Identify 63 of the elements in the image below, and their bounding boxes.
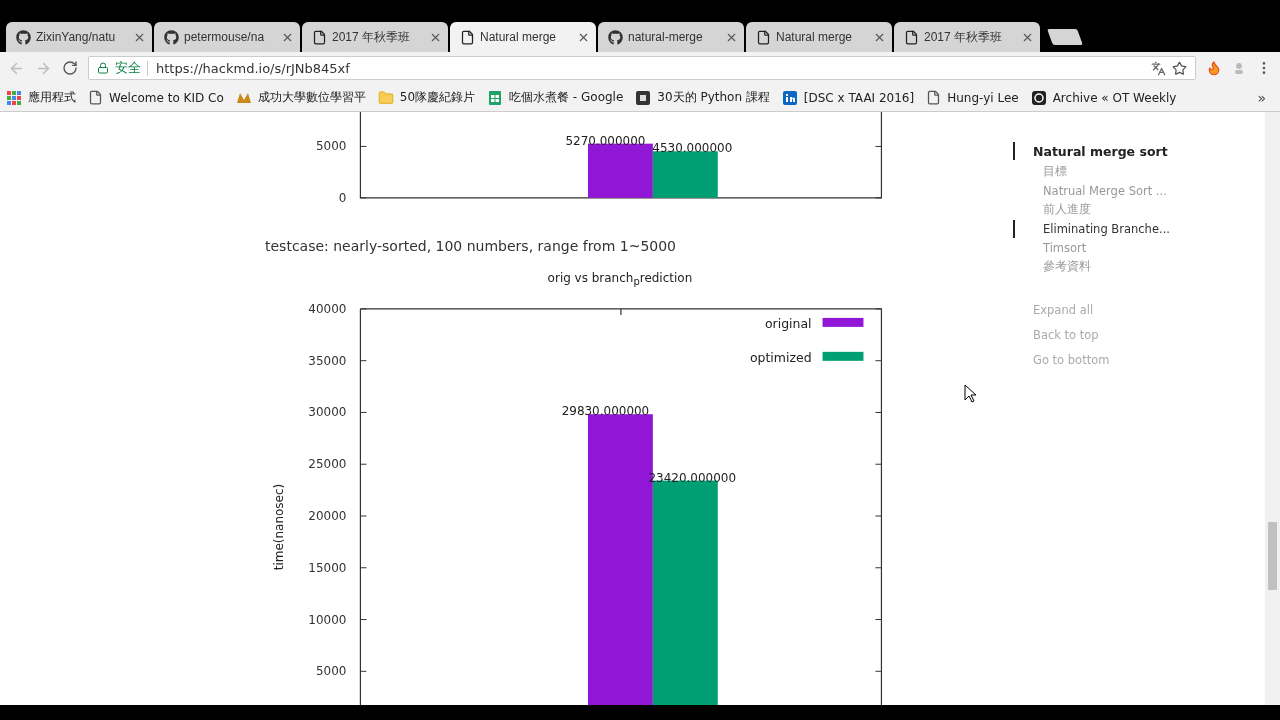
bookmark-item[interactable]: 吃個水煮餐 - Google: [487, 89, 624, 106]
github-icon: [164, 29, 179, 45]
page-icon: [926, 90, 942, 105]
y-tick-label: 30000: [308, 405, 347, 420]
legend-swatch: [822, 317, 864, 327]
folder-icon: [377, 89, 394, 106]
bookmark-item[interactable]: 30天的 Python 課程: [635, 89, 770, 106]
y-tick-label: 10000: [308, 612, 347, 627]
value-label: 5270.000000: [565, 133, 646, 148]
browser-tab[interactable]: petermouse/na: [154, 22, 300, 52]
bookmark-item[interactable]: 50隊慶紀錄片: [377, 89, 476, 106]
browser-tab[interactable]: natural-merge: [598, 22, 744, 52]
y-tick-label: 20000: [308, 508, 347, 523]
mouse-cursor-icon: [964, 384, 977, 403]
browser-tab[interactable]: Natural merge: [450, 22, 596, 52]
browser-tab[interactable]: ZixinYang/natu: [6, 22, 152, 52]
browser-tab[interactable]: 2017 年秋季班: [894, 22, 1040, 52]
bookmark-item[interactable]: Hung-yi Lee: [926, 90, 1019, 105]
github-icon: [16, 29, 31, 45]
flame-icon[interactable]: [1206, 60, 1222, 76]
scrollbar[interactable]: [1265, 112, 1280, 705]
y-tick-label: 35000: [308, 353, 347, 368]
address-bar[interactable]: 安全 https://hackmd.io/s/rJNb845xf: [88, 56, 1196, 80]
bookmark-item[interactable]: Welcome to KID Co: [88, 90, 224, 105]
legend-label: original: [764, 315, 812, 331]
bookmark-item[interactable]: [DSC x TAAI 2016]: [781, 89, 915, 106]
document-icon: [756, 29, 771, 45]
circle-logo-icon: [1030, 89, 1047, 106]
toc-heading[interactable]: Natural merge sort: [1033, 143, 1168, 159]
y-tick-label: 40000: [308, 301, 347, 316]
reload-icon[interactable]: [62, 60, 78, 76]
legend-swatch: [822, 351, 864, 361]
bookmark-item[interactable]: 成功大學數位學習平: [235, 89, 366, 106]
square-icon: [635, 89, 652, 106]
url-text: https://hackmd.io/s/rJNb845xf: [147, 60, 350, 76]
bookmark-item[interactable]: 應用程式: [6, 89, 76, 106]
testcase-text: testcase: nearly-sorted, 100 numbers, range from 1~5000: [265, 236, 677, 256]
y-tick-label: 5000: [315, 664, 347, 679]
y-tick-label: 15000: [308, 560, 347, 575]
toc-item[interactable]: Eliminating Branche...: [1043, 221, 1170, 236]
github-icon: [608, 29, 623, 45]
page-icon: [88, 90, 103, 105]
bookmark-item[interactable]: Archive « OT Weekly: [1030, 89, 1177, 106]
translate-icon[interactable]: [1151, 60, 1166, 76]
y-tick-label: 0: [338, 190, 347, 205]
y-axis-label: time(nanosec): [271, 483, 286, 571]
document-icon: [904, 29, 919, 45]
spreadsheet-icon: [487, 89, 504, 106]
apps-grid-icon: [6, 89, 22, 106]
legend-label: optimized: [749, 349, 812, 365]
y-tick-label: 5000: [315, 139, 347, 154]
y-tick-label: 25000: [308, 457, 347, 472]
security-label: 安全: [115, 59, 141, 77]
document-icon: [312, 29, 327, 45]
new-tab-button[interactable]: [1047, 29, 1083, 45]
linkedin-icon: [781, 89, 798, 106]
bookmark-star-icon[interactable]: [1172, 60, 1187, 76]
lock-icon: [97, 62, 109, 74]
document-icon: [460, 29, 475, 45]
browser-tab[interactable]: Natural merge: [746, 22, 892, 52]
browser-tab[interactable]: 2017 年秋季班: [302, 22, 448, 52]
more-bookmarks-button[interactable]: »: [1257, 89, 1274, 106]
chart-title: orig vs branch$_{p}$rediction: [546, 270, 694, 288]
